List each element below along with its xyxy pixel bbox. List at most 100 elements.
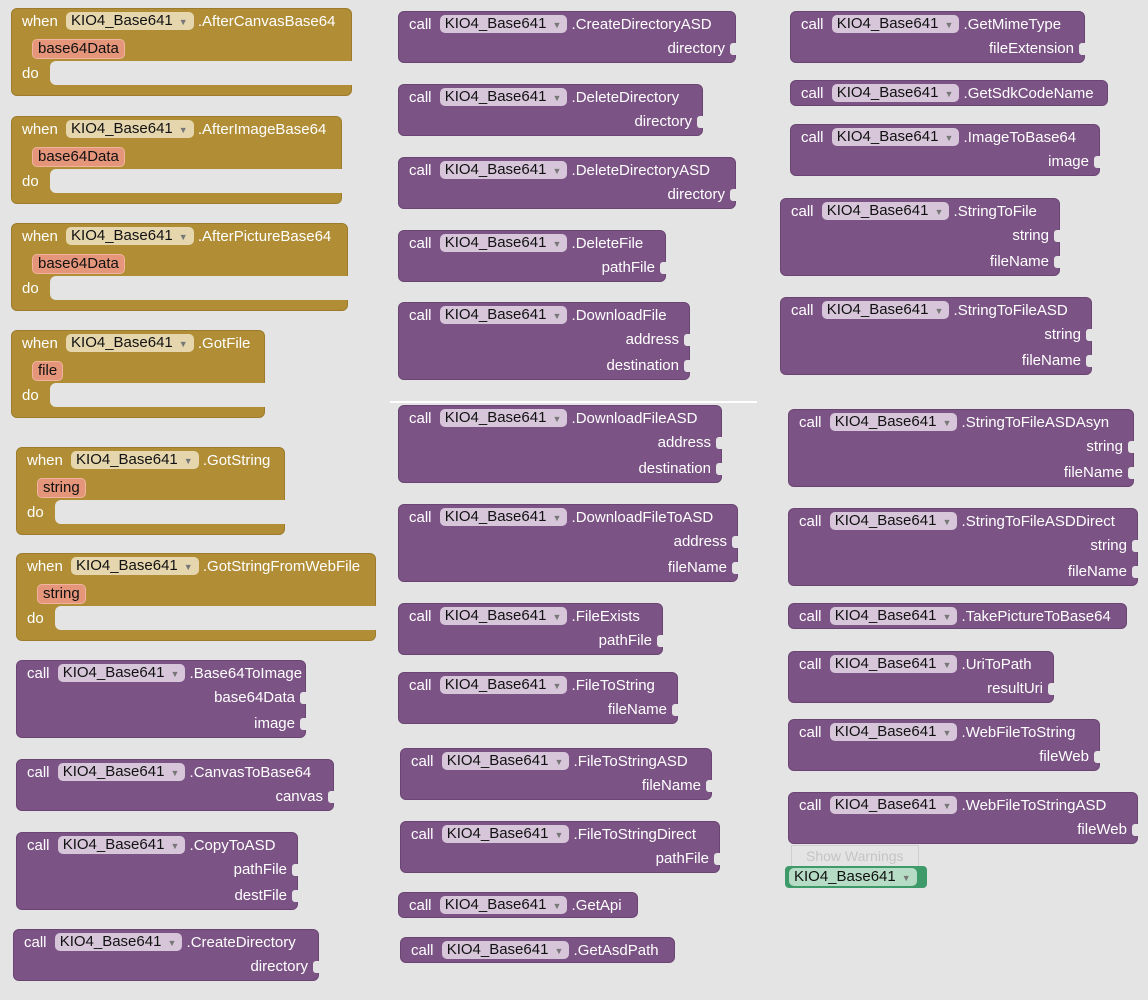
component-dropdown[interactable]: KIO4_Base641 ▼ — [439, 896, 568, 915]
event-block[interactable]: when KIO4_Base641 ▼ .GotStringFromWebFile… — [16, 553, 376, 641]
event-param[interactable]: string — [37, 478, 86, 498]
input-socket[interactable] — [732, 536, 738, 548]
input-socket[interactable] — [1086, 329, 1092, 341]
component-dropdown[interactable]: KIO4_Base641 ▼ — [829, 723, 958, 742]
input-socket[interactable] — [716, 463, 722, 475]
component-dropdown[interactable]: KIO4_Base641 ▼ — [71, 557, 199, 576]
component-dropdown[interactable]: KIO4_Base641 ▼ — [66, 12, 194, 31]
component-dropdown[interactable]: KIO4_Base641 ▼ — [57, 836, 186, 855]
component-dropdown[interactable]: KIO4_Base641 ▼ — [439, 508, 568, 527]
method-call-block[interactable]: call KIO4_Base641 ▼ .TakePictureToBase64 — [788, 603, 1127, 629]
method-call-block[interactable]: call KIO4_Base641 ▼ .StringToFileASDDirec… — [788, 508, 1138, 586]
input-socket[interactable] — [1086, 355, 1092, 367]
component-dropdown[interactable]: KIO4_Base641 ▼ — [439, 234, 568, 253]
method-call-block[interactable]: call KIO4_Base641 ▼ .FileToStringDirect pa… — [400, 821, 720, 873]
input-socket[interactable] — [292, 864, 298, 876]
input-socket[interactable] — [300, 718, 306, 730]
input-socket[interactable] — [292, 890, 298, 902]
component-dropdown[interactable]: KIO4_Base641 ▼ — [66, 227, 194, 246]
method-call-block[interactable]: call KIO4_Base641 ▼ .GetApi — [398, 892, 638, 918]
method-call-block[interactable]: call KIO4_Base641 ▼ .DownloadFileToASD add… — [398, 504, 738, 582]
method-call-block[interactable]: call KIO4_Base641 ▼ .GetMimeType fileExten… — [790, 11, 1085, 63]
component-dropdown[interactable]: KIO4_Base641 ▼ — [439, 161, 568, 180]
input-socket[interactable] — [706, 780, 712, 792]
input-socket[interactable] — [660, 262, 666, 274]
input-socket[interactable] — [730, 189, 736, 201]
input-socket[interactable] — [1094, 156, 1100, 168]
input-socket[interactable] — [684, 360, 690, 372]
method-call-block[interactable]: call KIO4_Base641 ▼ .FileToStringASD fileN… — [400, 748, 712, 800]
method-call-block[interactable]: call KIO4_Base641 ▼ .ImageToBase64 image — [790, 124, 1100, 176]
method-call-block[interactable]: call KIO4_Base641 ▼ .CreateDirectory direc… — [13, 929, 319, 981]
component-dropdown[interactable]: KIO4_Base641 ▼ — [439, 607, 568, 626]
event-param[interactable]: base64Data — [32, 39, 125, 59]
method-call-block[interactable]: call KIO4_Base641 ▼ .FileExists pathFile — [398, 603, 663, 655]
component-dropdown[interactable]: KIO4_Base641 ▼ — [439, 15, 568, 34]
component-dropdown[interactable]: KIO4_Base641 ▼ — [831, 128, 960, 147]
input-socket[interactable] — [657, 635, 663, 647]
event-block[interactable]: when KIO4_Base641 ▼ .AfterPictureBase64 ba… — [11, 223, 348, 311]
event-param[interactable]: string — [37, 584, 86, 604]
method-call-block[interactable]: call KIO4_Base641 ▼ .GetSdkCodeName — [790, 80, 1108, 106]
component-dropdown[interactable]: KIO4_Base641 ▼ — [57, 763, 186, 782]
method-call-block[interactable]: call KIO4_Base641 ▼ .DeleteDirectory direc… — [398, 84, 703, 136]
input-socket[interactable] — [1094, 751, 1100, 763]
input-socket[interactable] — [714, 853, 720, 865]
component-dropdown[interactable]: KIO4_Base641 ▼ — [439, 676, 568, 695]
input-socket[interactable] — [1048, 683, 1054, 695]
component-dropdown[interactable]: KIO4_Base641 ▼ — [829, 796, 958, 815]
component-dropdown[interactable]: KIO4_Base641 ▼ — [57, 664, 186, 683]
component-dropdown[interactable]: KIO4_Base641 ▼ — [66, 334, 194, 353]
input-socket[interactable] — [684, 334, 690, 346]
method-call-block[interactable]: call KIO4_Base641 ▼ .UriToPath resultUri — [788, 651, 1054, 703]
component-dropdown[interactable]: KIO4_Base641 ▼ — [441, 825, 570, 844]
event-block[interactable]: when KIO4_Base641 ▼ .GotFile file do — [11, 330, 265, 418]
component-dropdown[interactable]: KIO4_Base641 ▼ — [71, 451, 199, 470]
component-dropdown[interactable]: KIO4_Base641 ▼ — [439, 409, 568, 428]
input-socket[interactable] — [1132, 824, 1138, 836]
method-call-block[interactable]: call KIO4_Base641 ▼ .DownloadFileASD addre… — [398, 405, 722, 483]
event-block[interactable]: when KIO4_Base641 ▼ .AfterImageBase64 base… — [11, 116, 342, 204]
input-socket[interactable] — [1054, 230, 1060, 242]
input-socket[interactable] — [1128, 441, 1134, 453]
input-socket[interactable] — [328, 791, 334, 803]
method-call-block[interactable]: call KIO4_Base641 ▼ .StringToFile string fi… — [780, 198, 1060, 276]
method-call-block[interactable]: call KIO4_Base641 ▼ .StringToFileASDAsyn s… — [788, 409, 1134, 487]
input-socket[interactable] — [732, 562, 738, 574]
component-dropdown[interactable]: KIO4_Base641 ▼ — [439, 88, 568, 107]
method-call-block[interactable]: call KIO4_Base641 ▼ .FileToString fileName — [398, 672, 678, 724]
component-dropdown[interactable]: KIO4_Base641 ▼ — [54, 933, 183, 952]
method-call-block[interactable]: call KIO4_Base641 ▼ .DeleteDirectoryASD di… — [398, 157, 736, 209]
input-socket[interactable] — [1132, 566, 1138, 578]
input-socket[interactable] — [1128, 467, 1134, 479]
event-block[interactable]: when KIO4_Base641 ▼ .AfterCanvasBase64 bas… — [11, 8, 352, 96]
component-dropdown[interactable]: KIO4_Base641 ▼ — [821, 202, 950, 221]
method-call-block[interactable]: call KIO4_Base641 ▼ .CopyToASD pathFile des… — [16, 832, 298, 910]
component-dropdown[interactable]: KIO4_Base641 ▼ — [831, 15, 960, 34]
component-block[interactable]: KIO4_Base641 ▼ — [785, 866, 927, 888]
component-dropdown[interactable]: KIO4_Base641 ▼ — [66, 120, 194, 139]
method-call-block[interactable]: call KIO4_Base641 ▼ .Base64ToImage base64D… — [16, 660, 306, 738]
component-dropdown[interactable]: KIO4_Base641 ▼ — [821, 301, 950, 320]
event-param[interactable]: base64Data — [32, 147, 125, 167]
show-warnings-button[interactable]: Show Warnings — [791, 845, 919, 866]
input-socket[interactable] — [716, 437, 722, 449]
component-dropdown[interactable]: KIO4_Base641 ▼ — [789, 868, 917, 886]
method-call-block[interactable]: call KIO4_Base641 ▼ .DownloadFile address d… — [398, 302, 690, 380]
method-call-block[interactable]: call KIO4_Base641 ▼ .WebFileToString fileW… — [788, 719, 1100, 771]
method-call-block[interactable]: call KIO4_Base641 ▼ .CanvasToBase64 canvas — [16, 759, 334, 811]
component-dropdown[interactable]: KIO4_Base641 ▼ — [441, 941, 570, 960]
event-param[interactable]: file — [32, 361, 64, 381]
component-dropdown[interactable]: KIO4_Base641 ▼ — [829, 512, 958, 531]
component-dropdown[interactable]: KIO4_Base641 ▼ — [441, 752, 570, 771]
method-call-block[interactable]: call KIO4_Base641 ▼ .CreateDirectoryASD di… — [398, 11, 736, 63]
method-call-block[interactable]: call KIO4_Base641 ▼ .DeleteFile pathFile — [398, 230, 666, 282]
method-call-block[interactable]: call KIO4_Base641 ▼ .WebFileToStringASD fi… — [788, 792, 1138, 844]
component-dropdown[interactable]: KIO4_Base641 ▼ — [829, 655, 958, 674]
input-socket[interactable] — [300, 692, 306, 704]
method-call-block[interactable]: call KIO4_Base641 ▼ .StringToFileASD strin… — [780, 297, 1092, 375]
component-dropdown[interactable]: KIO4_Base641 ▼ — [829, 607, 958, 626]
component-dropdown[interactable]: KIO4_Base641 ▼ — [439, 306, 568, 325]
input-socket[interactable] — [672, 704, 678, 716]
input-socket[interactable] — [1054, 256, 1060, 268]
